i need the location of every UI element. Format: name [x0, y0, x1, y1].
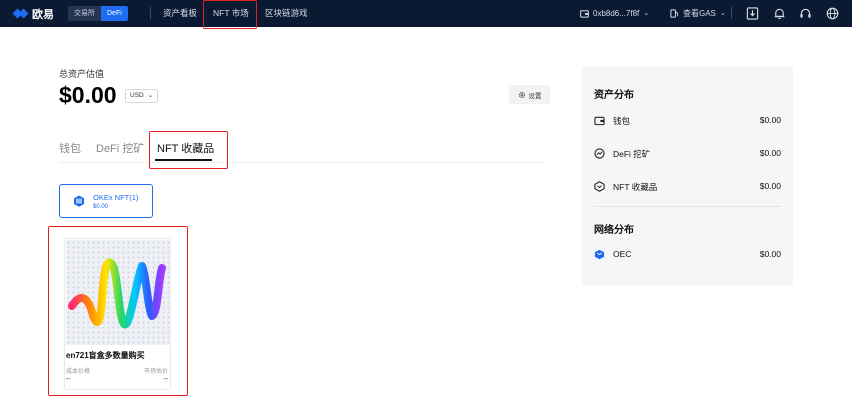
tabs-divider	[59, 162, 545, 163]
asset-value: $0.00	[759, 148, 781, 158]
divider	[150, 7, 151, 19]
asset-label: DeFi 挖矿	[613, 149, 651, 159]
total-asset-label: 总资产估值	[59, 69, 105, 79]
headset-icon[interactable]	[799, 7, 812, 20]
gas-icon	[670, 9, 679, 18]
mode-exchange[interactable]: 交易所	[68, 6, 101, 21]
brand-logo[interactable]: 欧易	[12, 6, 54, 22]
mode-defi[interactable]: DeFi	[101, 6, 128, 21]
filter-value: $0.00	[93, 204, 109, 210]
chevron-down-icon: ⌄	[147, 92, 154, 99]
settings-button[interactable]: 设置	[509, 85, 550, 104]
bell-icon[interactable]	[773, 7, 786, 20]
wallet-address: 0xb8d6...7f8f	[593, 9, 640, 18]
mode-switch: 交易所 DeFi	[68, 6, 128, 21]
chevron-down-icon: ⌄	[719, 10, 726, 17]
network-row-oec[interactable]: OEC $0.00	[594, 248, 781, 262]
download-icon[interactable]	[746, 7, 759, 20]
network-distribution-title: 网络分布	[594, 225, 634, 236]
asset-label: 钱包	[613, 116, 631, 126]
network-value: $0.00	[759, 249, 781, 259]
chart-icon	[594, 148, 605, 159]
top-navbar: 欧易 交易所 DeFi 资产看板 NFT 市场 区块链游戏 0xb8d6...7…	[0, 0, 852, 29]
tab-wallet[interactable]: 钱包	[59, 140, 81, 156]
okex-nft-icon	[74, 195, 84, 207]
brand-name: 欧易	[32, 9, 54, 21]
highlight-box-nft-market	[203, 0, 257, 29]
asset-row-defi[interactable]: DeFi 挖矿 $0.00	[594, 147, 781, 161]
asset-row-wallet[interactable]: 钱包 $0.00	[594, 114, 781, 128]
currency-select[interactable]: USD ⌄	[125, 89, 159, 103]
asset-label: NFT 收藏品	[613, 182, 658, 192]
nav-asset-board[interactable]: 资产看板	[163, 0, 197, 27]
filter-name: OKEx NFT(1)	[93, 193, 139, 202]
panel-divider	[594, 206, 781, 207]
tab-defi-mining[interactable]: DeFi 挖矿	[96, 140, 144, 156]
currency-value: USD	[130, 92, 144, 99]
gas-button[interactable]: 查看GAS ⌄	[670, 0, 726, 27]
gas-label: 查看GAS	[683, 9, 716, 18]
okex-logo-icon	[12, 7, 29, 21]
divider	[731, 7, 732, 19]
nav-blockchain-games[interactable]: 区块链游戏	[265, 0, 308, 27]
chevron-down-icon: ⌄	[643, 10, 650, 17]
nft-icon	[594, 181, 605, 192]
oec-icon	[594, 249, 605, 260]
asset-distribution-title: 资产分布	[594, 90, 634, 101]
network-label: OEC	[613, 249, 632, 259]
wallet-icon	[594, 116, 605, 126]
asset-row-nft[interactable]: NFT 收藏品 $0.00	[594, 180, 781, 194]
distribution-panel: 资产分布 钱包 $0.00 DeFi 挖矿 $0.00 NFT 收藏品 $0.0…	[582, 66, 793, 286]
asset-value: $0.00	[759, 181, 781, 191]
total-asset-value: $0.00	[59, 82, 117, 108]
globe-icon[interactable]	[826, 7, 839, 20]
highlight-box-nft-tab	[149, 131, 228, 169]
wallet-address-button[interactable]: 0xb8d6...7f8f ⌄	[580, 0, 649, 27]
highlight-box-nft-card	[48, 226, 188, 396]
nft-platform-filter[interactable]: OKEx NFT(1) $0.00	[59, 184, 153, 218]
asset-value: $0.00	[759, 115, 781, 125]
gear-icon	[518, 91, 525, 98]
wallet-icon	[580, 10, 589, 18]
settings-label: 设置	[528, 92, 542, 100]
